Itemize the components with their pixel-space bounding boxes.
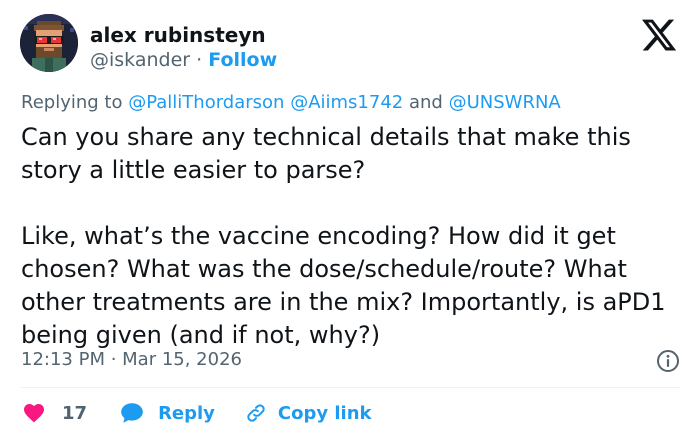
link-icon <box>247 404 265 422</box>
tweet-paragraph: Can you share any technical details that… <box>21 123 631 184</box>
tweet-paragraph: Like, what’s the vaccine encoding? How d… <box>21 222 666 349</box>
reply-context: Replying to @PalliThordarson @Aiims1742 … <box>21 91 561 115</box>
like-count: 17 <box>62 402 88 424</box>
copy-link-label: Copy link <box>277 402 372 424</box>
like-button[interactable]: 17 <box>22 401 87 425</box>
divider <box>20 387 680 388</box>
pixel-art-avatar-icon <box>20 14 78 72</box>
separator-dot: · <box>196 49 203 71</box>
reply-button[interactable]: Reply <box>119 400 215 426</box>
copy-link-button[interactable]: Copy link <box>245 402 372 424</box>
info-icon[interactable] <box>656 349 680 373</box>
mention-link[interactable]: @PalliThordarson <box>128 92 284 113</box>
follow-button[interactable]: Follow <box>208 49 277 71</box>
conjunction-text: and <box>408 92 443 113</box>
author-handle-row: @iskander · Follow <box>90 48 277 72</box>
author-handle[interactable]: @iskander <box>90 49 190 71</box>
reply-label: Reply <box>158 402 215 424</box>
x-logo-icon[interactable] <box>640 16 678 54</box>
speech-bubble-icon <box>121 403 143 423</box>
avatar[interactable] <box>20 14 78 72</box>
mention-link[interactable]: @Aiims1742 <box>290 92 403 113</box>
tweet-actions: 17 Reply Copy link <box>22 399 372 427</box>
author-display-name[interactable]: alex rubinsteyn <box>90 22 266 48</box>
tweet-timestamp[interactable]: 12:13 PM · Mar 15, 2026 <box>21 348 242 372</box>
mention-link[interactable]: @UNSWRNA <box>449 92 561 113</box>
tweet-body: Can you share any technical details that… <box>21 121 686 352</box>
heart-icon <box>24 404 44 423</box>
replying-prefix: Replying to <box>21 92 123 113</box>
